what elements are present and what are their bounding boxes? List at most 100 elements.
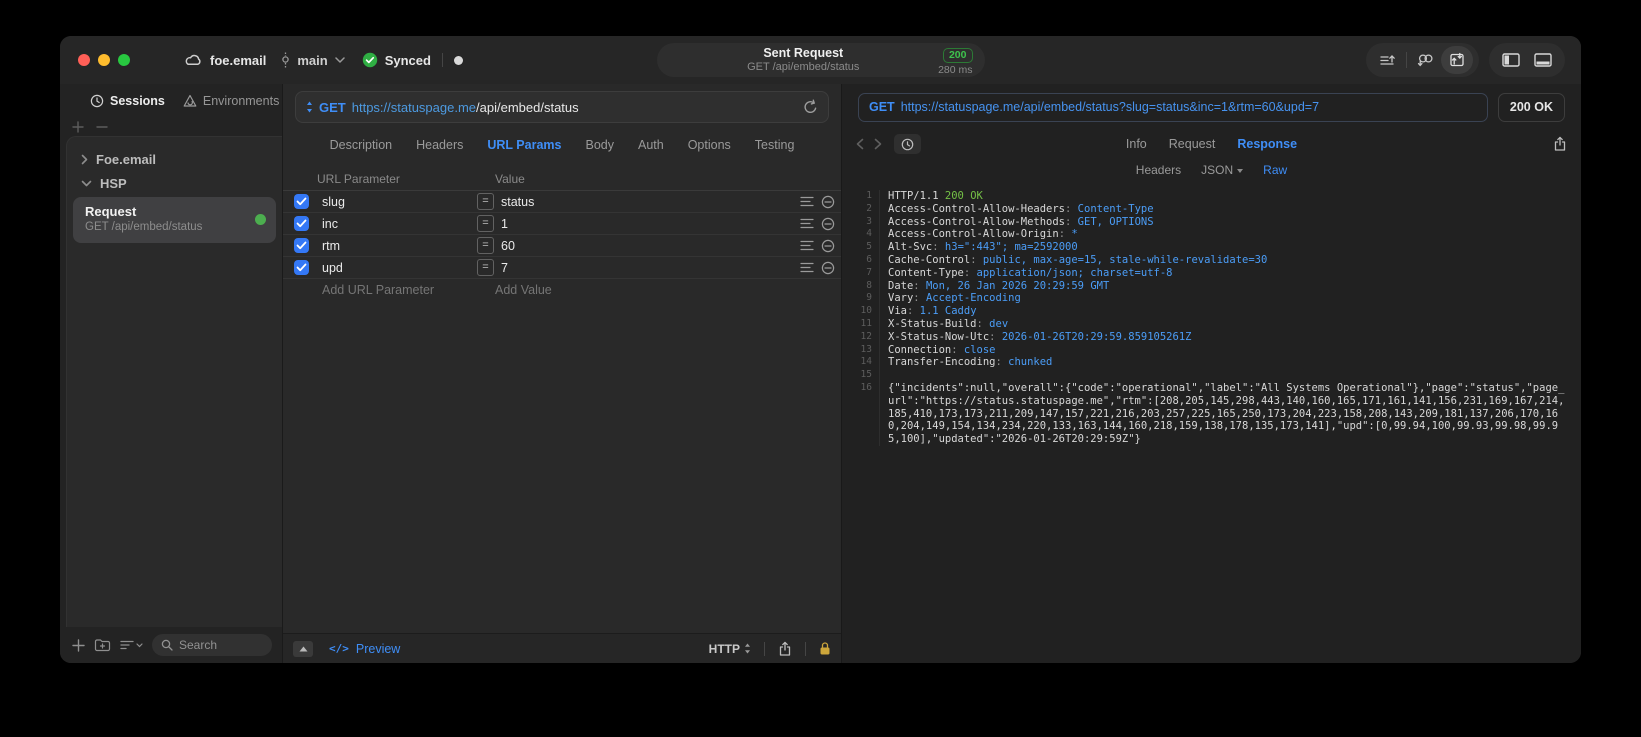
param-value-cell[interactable]: = 1 (477, 215, 785, 232)
drag-handle-icon[interactable] (800, 218, 814, 229)
param-value-field[interactable]: 7 (501, 261, 508, 275)
sent-request-url-box[interactable]: GET https://statuspage.me/api/embed/stat… (858, 92, 1488, 122)
remove-param-icon[interactable] (821, 217, 835, 231)
titlebar-toolbar (1366, 43, 1581, 77)
environments-icon (183, 94, 197, 108)
code-line: 5 Alt-Svc: h3=":443"; ma=2592000 (842, 241, 1581, 254)
branch-name[interactable]: main (297, 53, 327, 68)
add-session-icon[interactable] (72, 121, 84, 133)
tab-description-label: Description (329, 138, 393, 152)
tab-url-params[interactable]: URL Params (487, 138, 561, 152)
param-value-field[interactable]: status (501, 195, 534, 209)
param-name-field[interactable]: inc (317, 217, 477, 231)
response-subtab-raw[interactable]: Raw (1263, 163, 1287, 177)
param-value-field[interactable]: 1 (501, 217, 508, 231)
request-list-button[interactable] (1372, 46, 1404, 74)
param-value-cell[interactable]: = 7 (477, 259, 785, 276)
add-request-icon[interactable] (72, 638, 85, 652)
add-param-row[interactable]: Add URL Parameter Add Value (283, 279, 841, 300)
sidebar-item-request-selected[interactable]: Request GET /api/embed/status (73, 197, 276, 243)
line-content: Access-Control-Allow-Headers: Content-Ty… (888, 202, 1154, 215)
request-url-bar[interactable]: GET https://statuspage.me/api/embed/stat… (295, 91, 829, 123)
protocol-select[interactable]: HTTP (709, 642, 751, 656)
tree-group-foe-email[interactable]: Foe.email (73, 147, 276, 171)
search-input[interactable]: Search (152, 634, 272, 656)
drag-handle-icon[interactable] (800, 262, 814, 273)
param-name-field[interactable]: slug (317, 195, 477, 209)
line-content: Connection: close (888, 343, 996, 356)
tab-testing[interactable]: Testing (755, 138, 795, 152)
param-enabled-checkbox[interactable] (294, 216, 309, 231)
close-window-button[interactable] (78, 54, 90, 66)
add-url-parameter-placeholder[interactable]: Add URL Parameter (317, 283, 477, 297)
response-tab-response[interactable]: Response (1237, 137, 1297, 151)
line-number: 6 (842, 253, 880, 267)
response-subtab-json[interactable]: JSON (1201, 163, 1244, 177)
line-content: Access-Control-Allow-Origin: * (888, 228, 1078, 241)
param-name-field[interactable]: rtm (317, 239, 477, 253)
code-line: 9 Vary: Accept-Encoding (842, 292, 1581, 306)
response-tab-info-label: Info (1125, 137, 1147, 151)
equals-type-icon[interactable]: = (477, 237, 494, 254)
zoom-window-button[interactable] (118, 54, 130, 66)
refresh-icon[interactable] (803, 99, 818, 115)
param-enabled-checkbox[interactable] (294, 260, 309, 275)
sidebar-tabs: Sessions Environments (60, 84, 282, 118)
equals-type-icon[interactable]: = (477, 215, 494, 232)
line-number: 14 (842, 356, 880, 370)
equals-type-icon[interactable]: = (477, 259, 494, 276)
param-value-field[interactable]: 60 (501, 239, 515, 253)
method-select[interactable]: GET (319, 100, 346, 115)
add-value-placeholder[interactable]: Add Value (477, 283, 785, 297)
history-clock-button[interactable] (894, 134, 921, 154)
tree-group-hsp[interactable]: HSP (73, 171, 276, 195)
remove-param-icon[interactable] (821, 261, 835, 275)
export-response-icon[interactable] (1553, 136, 1567, 152)
send-receive-button[interactable] (1441, 46, 1473, 74)
drag-handle-icon[interactable] (800, 196, 814, 207)
equals-type-icon[interactable]: = (477, 193, 494, 210)
branch-chevron-down-icon[interactable] (334, 57, 345, 63)
new-folder-icon[interactable] (94, 638, 111, 652)
tab-sessions[interactable]: Sessions (90, 94, 165, 108)
sent-request-metrics: 200 280 ms (938, 44, 973, 77)
app-window: foe.email main Synced Sent Request GET /… (60, 36, 1581, 663)
tab-body[interactable]: Body (585, 138, 614, 152)
preview-button[interactable]: </> Preview (329, 642, 400, 656)
tab-description[interactable]: Description (330, 138, 393, 152)
response-nav-row: Info Request Response (842, 130, 1581, 158)
response-subtab-headers[interactable]: Headers (1136, 163, 1181, 177)
tab-environments[interactable]: Environments (183, 94, 279, 108)
toggle-left-sidebar-button[interactable] (1495, 46, 1527, 74)
response-tab-info[interactable]: Info (1126, 137, 1147, 151)
minimize-window-button[interactable] (98, 54, 110, 66)
expand-panel-button[interactable] (293, 640, 313, 657)
remove-param-icon[interactable] (821, 195, 835, 209)
nav-forward-icon[interactable] (874, 138, 882, 150)
project-name[interactable]: foe.email (210, 53, 266, 68)
drag-handle-icon[interactable] (800, 240, 814, 251)
preview-label: Preview (355, 641, 401, 656)
nav-back-icon[interactable] (856, 138, 864, 150)
remove-session-icon[interactable] (96, 121, 108, 133)
param-enabled-checkbox[interactable] (294, 238, 309, 253)
method-stepper-icon[interactable] (306, 101, 313, 113)
remove-param-icon[interactable] (821, 239, 835, 253)
sort-list-icon[interactable] (120, 639, 143, 651)
toggle-bottom-panel-button[interactable] (1527, 46, 1559, 74)
sync-loop-button[interactable] (1409, 46, 1441, 74)
response-subtab-json-label: JSON (1201, 163, 1234, 177)
sent-request-summary[interactable]: Sent Request GET /api/embed/status 200 2… (656, 43, 985, 77)
param-value-cell[interactable]: = 60 (477, 237, 785, 254)
request-url-text[interactable]: https://statuspage.me/api/embed/status (352, 100, 579, 115)
share-icon[interactable] (778, 641, 792, 657)
tab-headers[interactable]: Headers (416, 138, 463, 152)
param-name-field[interactable]: upd (317, 261, 477, 275)
layout-toggles-group (1489, 43, 1565, 77)
param-value-cell[interactable]: = status (477, 193, 785, 210)
param-enabled-checkbox[interactable] (294, 194, 309, 209)
response-tab-request[interactable]: Request (1169, 137, 1216, 151)
response-body-raw[interactable]: 1 HTTP/1.1 200 OK 2 Access-Control-Allow-He… (842, 182, 1581, 663)
tab-options[interactable]: Options (688, 138, 731, 152)
tab-auth[interactable]: Auth (638, 138, 664, 152)
